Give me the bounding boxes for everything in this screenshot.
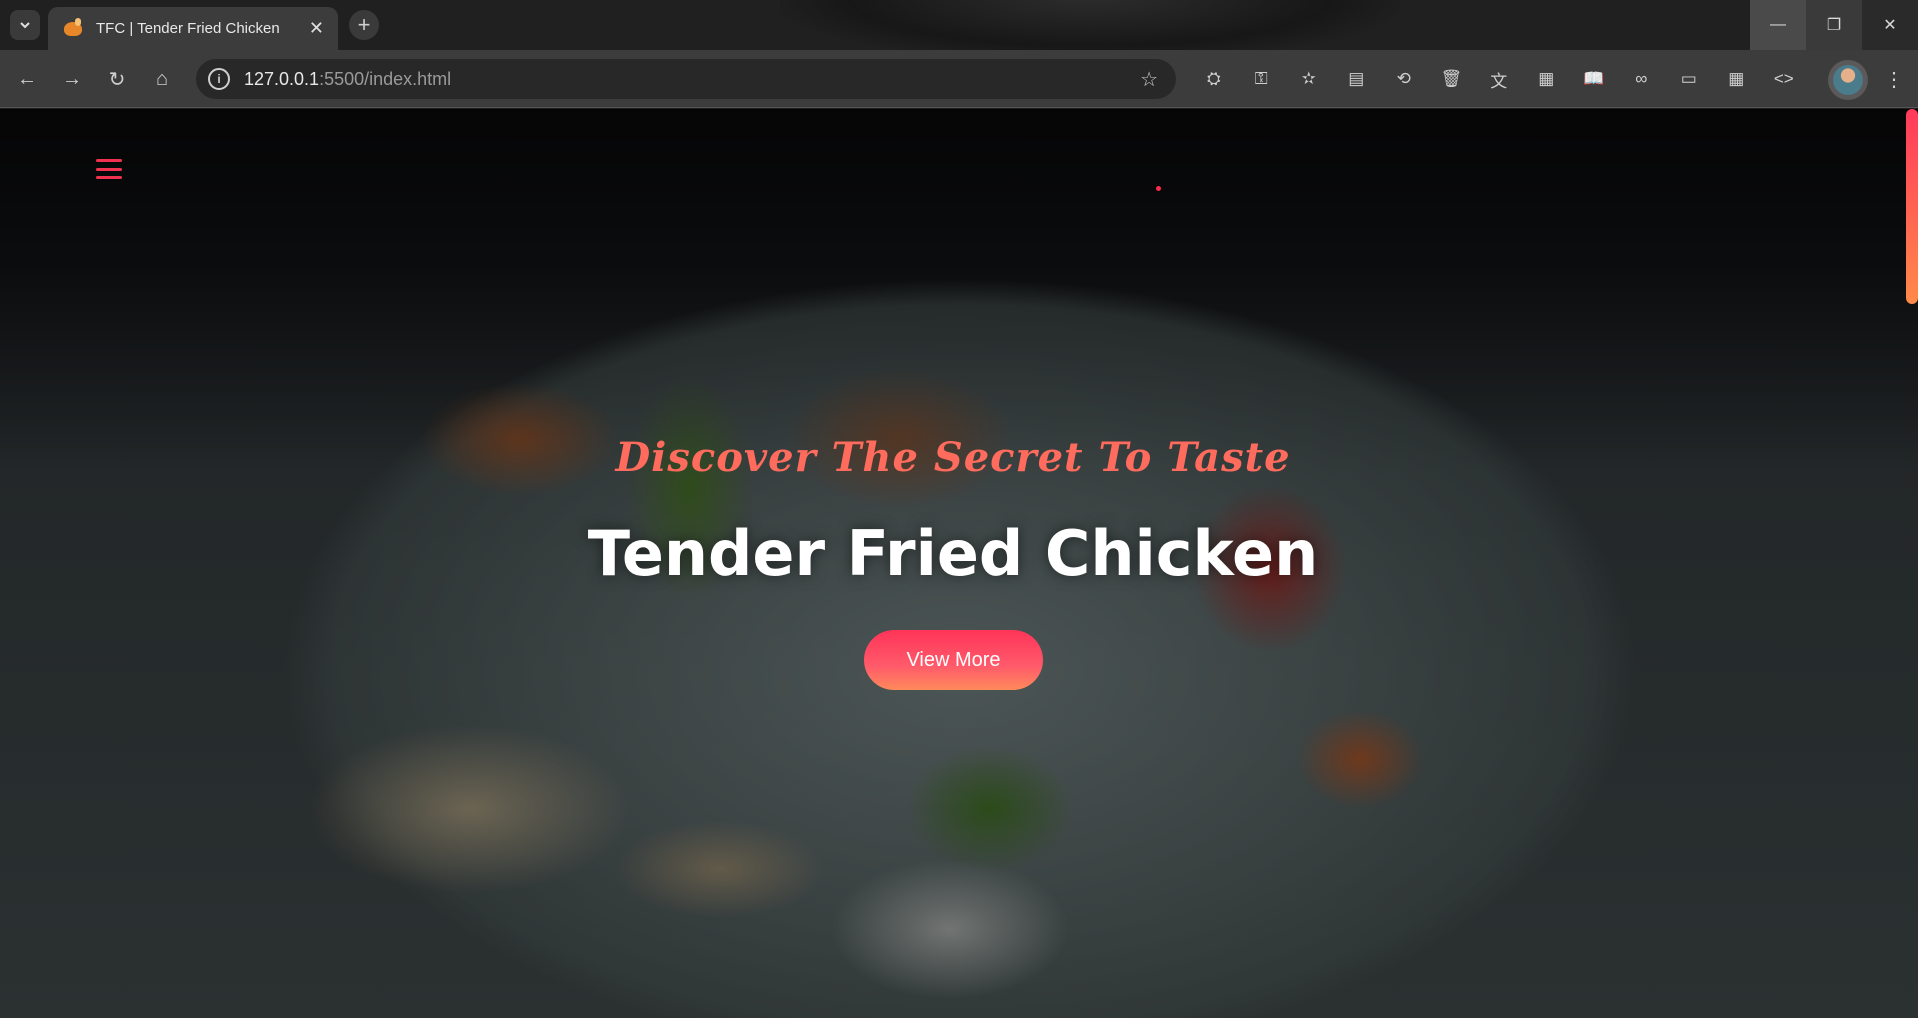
extension-icons: ⛭ ⚿ ✫ ▤ ⟲ 🗑 文 ▦ 📖 ∞ ▭ ▦ <> bbox=[1190, 62, 1808, 96]
home-icon[interactable]: ⌂ bbox=[145, 62, 179, 96]
link-icon[interactable]: ∞ bbox=[1618, 62, 1666, 96]
url-path: :5500/index.html bbox=[319, 68, 452, 89]
window-controls: — ❐ ✕ bbox=[1750, 0, 1918, 50]
tab-strip-decoration bbox=[780, 0, 1400, 50]
address-bar[interactable]: i 127.0.0.1:5500/index.html ☆ bbox=[196, 59, 1176, 99]
hamburger-menu-icon[interactable] bbox=[96, 159, 122, 179]
cursor-dot bbox=[1156, 186, 1161, 191]
bookmark-star-icon[interactable]: ☆ bbox=[1140, 67, 1158, 92]
profile-avatar[interactable] bbox=[1828, 60, 1868, 100]
site-info-icon[interactable]: i bbox=[208, 68, 230, 90]
incognito-icon[interactable]: ⛭ bbox=[1190, 62, 1238, 96]
close-tab-icon[interactable]: ✕ bbox=[309, 18, 324, 39]
address-url[interactable]: 127.0.0.1:5500/index.html bbox=[244, 69, 1140, 90]
new-tab-button[interactable]: + bbox=[349, 10, 379, 40]
qr-code-icon[interactable]: ▦ bbox=[1523, 62, 1571, 96]
chevron-down-icon bbox=[20, 22, 30, 29]
minimize-button[interactable]: — bbox=[1750, 0, 1806, 50]
browser-toolbar: ← → ↻ ⌂ i 127.0.0.1:5500/index.html ☆ ⛭ ⚿… bbox=[0, 50, 1918, 108]
reader-mode-icon[interactable]: 📖 bbox=[1570, 62, 1618, 96]
favorites-icon[interactable]: ✫ bbox=[1285, 62, 1333, 96]
tab-title: TFC | Tender Fried Chicken bbox=[96, 20, 280, 37]
reload-icon[interactable]: ↻ bbox=[100, 62, 134, 96]
delete-icon[interactable]: 🗑 bbox=[1428, 62, 1476, 96]
hero-title: Tender Fried Chicken bbox=[587, 517, 1319, 590]
hamburger-line bbox=[96, 176, 122, 179]
view-more-button[interactable]: View More bbox=[864, 630, 1043, 690]
table-icon[interactable]: ▦ bbox=[1713, 62, 1761, 96]
hamburger-line bbox=[96, 167, 122, 171]
active-tab[interactable]: TFC | Tender Fried Chicken ✕ bbox=[48, 7, 338, 50]
url-host: 127.0.0.1 bbox=[244, 68, 320, 89]
reading-list-icon[interactable]: ▤ bbox=[1333, 62, 1381, 96]
browser-menu-icon[interactable]: ⋮ bbox=[1877, 62, 1911, 96]
key-icon[interactable]: ⚿ bbox=[1238, 62, 1286, 96]
forward-icon[interactable]: → bbox=[55, 62, 89, 96]
avatar bbox=[1833, 65, 1863, 95]
scrollbar[interactable] bbox=[1906, 109, 1918, 1018]
page-viewport: Discover The Secret To Taste Tender Frie… bbox=[0, 109, 1918, 1018]
back-icon[interactable]: ← bbox=[10, 62, 44, 96]
hamburger-line bbox=[96, 159, 122, 162]
code-icon[interactable]: <> bbox=[1760, 62, 1808, 96]
hero-tagline: Discover The Secret To Taste bbox=[615, 434, 1291, 481]
scrollbar-thumb[interactable] bbox=[1906, 109, 1918, 304]
chicken-favicon-icon bbox=[64, 17, 82, 36]
close-window-button[interactable]: ✕ bbox=[1862, 0, 1918, 50]
history-icon[interactable]: ⟲ bbox=[1380, 62, 1428, 96]
tab-strip: TFC | Tender Fried Chicken ✕ + — ❐ ✕ bbox=[0, 0, 1918, 50]
restore-button[interactable]: ❐ bbox=[1806, 0, 1862, 50]
translate-icon[interactable]: 文 bbox=[1475, 62, 1523, 96]
devices-icon[interactable]: ▭ bbox=[1665, 62, 1713, 96]
tab-search-button[interactable] bbox=[10, 10, 40, 40]
